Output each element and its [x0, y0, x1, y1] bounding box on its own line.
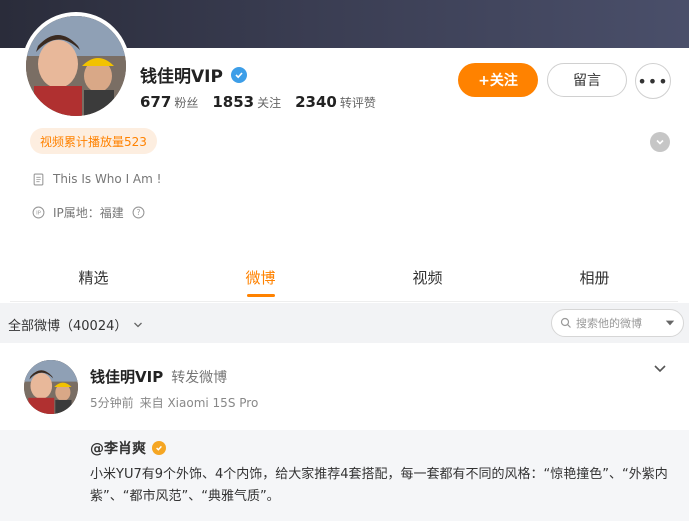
video-play-count-badge: 视频累计播放量523: [30, 128, 157, 154]
stat-followers[interactable]: 677 粉丝: [140, 92, 198, 111]
svg-text:?: ?: [136, 208, 140, 217]
svg-text:IP: IP: [36, 211, 42, 217]
original-author-name[interactable]: @李肖爽: [90, 438, 146, 458]
tab-featured[interactable]: 精选: [10, 254, 177, 301]
post-author-avatar[interactable]: [24, 360, 78, 414]
profile-stats: 677 粉丝 1853 关注 2340 转评赞: [140, 92, 376, 111]
post-card-header: 钱佳明VIP 转发微博 5分钟前 来自 Xiaomi 15S Pro: [0, 344, 689, 430]
message-button[interactable]: 留言: [547, 63, 627, 97]
search-box[interactable]: [551, 309, 684, 337]
profile-description: This Is Who I Am !: [53, 172, 162, 186]
profile-description-row: This Is Who I Am !: [32, 172, 161, 186]
all-weibo-filter[interactable]: 全部微博（40024）: [8, 315, 143, 334]
filter-bar: 全部微博（40024）: [0, 303, 689, 343]
original-post-text: 小米YU7有9个外饰、4个内饰，给大家推荐4套搭配，每一套都有不同的风格：“惊艳…: [90, 467, 668, 504]
tab-video[interactable]: 视频: [344, 254, 511, 301]
ip-location-row: IP IP属地：福建 ?: [32, 204, 145, 221]
help-icon[interactable]: ?: [132, 206, 145, 219]
follow-button[interactable]: +关注: [458, 63, 538, 97]
post-time[interactable]: 5分钟前: [90, 394, 134, 411]
profile-avatar[interactable]: [22, 12, 130, 120]
profile-tabs: 精选 微博 视频 相册: [10, 254, 678, 302]
post-author-name[interactable]: 钱佳明VIP: [90, 366, 163, 387]
all-weibo-label: 全部微博（40024）: [8, 319, 128, 334]
post-action-label: 转发微博: [171, 370, 228, 386]
ip-icon: IP: [32, 206, 45, 219]
document-icon: [33, 173, 44, 185]
more-options-button[interactable]: •••: [635, 63, 671, 99]
search-icon: [560, 317, 571, 328]
post-source: 来自 Xiaomi 15S Pro: [139, 396, 259, 410]
tab-album[interactable]: 相册: [511, 254, 678, 301]
caret-down-icon[interactable]: [664, 317, 676, 329]
stat-following[interactable]: 1853 关注: [212, 92, 281, 111]
ip-location: IP属地：福建: [53, 206, 124, 220]
search-input[interactable]: [576, 316, 660, 330]
stat-interactions: 2340 转评赞: [295, 93, 376, 111]
tab-weibo[interactable]: 微博: [177, 254, 344, 301]
profile-name: 钱佳明VIP: [140, 67, 223, 87]
reposted-content: @李肖爽 小米YU7有9个外饰、4个内饰，给大家推荐4套搭配，每一套都有不同的风…: [0, 430, 689, 521]
post-meta: 5分钟前 来自 Xiaomi 15S Pro: [90, 394, 258, 411]
gold-verified-icon: [152, 441, 166, 455]
verified-icon: [230, 66, 247, 83]
post-menu-chevron-icon[interactable]: [652, 360, 668, 376]
chevron-down-icon: [134, 322, 143, 327]
expand-profile-chevron-icon[interactable]: [650, 132, 670, 152]
